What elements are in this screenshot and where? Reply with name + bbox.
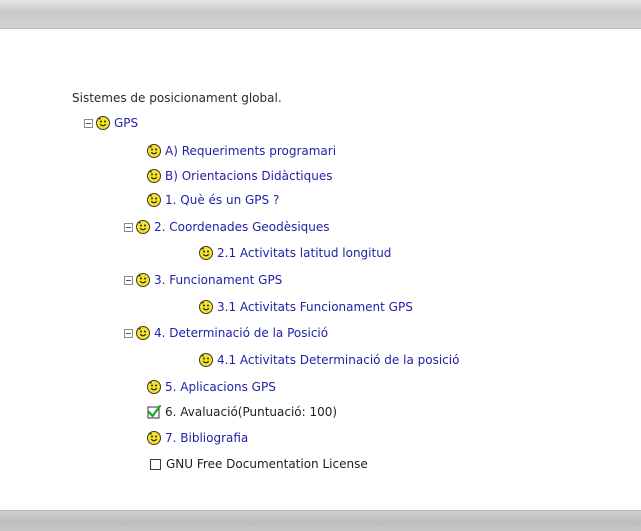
tree-item-label[interactable]: A) Requeriments programari <box>165 144 336 158</box>
tree-root-gps[interactable]: GPS <box>84 114 138 132</box>
smiley-icon <box>198 299 214 315</box>
app-window: Sistemes de posicionament global. GPS A)… <box>0 0 641 531</box>
smiley-icon <box>146 192 162 208</box>
checkmark-icon <box>146 404 162 420</box>
tree-item-b-orientacions[interactable]: B) Orientacions Didàctiques <box>146 167 332 185</box>
smiley-icon <box>135 219 151 235</box>
smiley-icon <box>95 115 111 131</box>
tree-item-label[interactable]: B) Orientacions Didàctiques <box>165 169 332 183</box>
smiley-icon <box>135 272 151 288</box>
tree-item-3-funcionament[interactable]: 3. Funcionament GPS <box>124 271 282 289</box>
tree-item-label[interactable]: 3.1 Activitats Funcionament GPS <box>217 300 413 314</box>
tree-item-1-que-es[interactable]: 1. Què és un GPS ? <box>146 191 279 209</box>
tree-item-label[interactable]: 4.1 Activitats Determinació de la posici… <box>217 353 459 367</box>
tree-item-label[interactable]: 5. Aplicacions GPS <box>165 380 276 394</box>
smiley-icon <box>135 325 151 341</box>
tree-item-a-requeriments[interactable]: A) Requeriments programari <box>146 142 336 160</box>
tree-item-2-1-activitats[interactable]: 2.1 Activitats latitud longitud <box>198 244 391 262</box>
tree-item-3-1-activitats[interactable]: 3.1 Activitats Funcionament GPS <box>198 298 413 316</box>
tree-item-7-bibliografia[interactable]: 7. Bibliografia <box>146 429 248 447</box>
tree-item-6-avaluacio[interactable]: 6. Avaluació(Puntuació: 100) <box>146 403 337 421</box>
collapse-minus-icon[interactable] <box>124 328 133 338</box>
tree-item-label[interactable]: 3. Funcionament GPS <box>154 273 282 287</box>
collapse-minus-icon[interactable] <box>84 118 93 128</box>
tree-item-2-coordenades[interactable]: 2. Coordenades Geodèsiques <box>124 218 330 236</box>
tree-item-label[interactable]: 7. Bibliografia <box>165 431 248 445</box>
tree-root-label[interactable]: GPS <box>114 116 138 130</box>
tree-item-gnu-license[interactable]: GNU Free Documentation License <box>150 455 368 473</box>
top-chrome-bar <box>0 0 641 29</box>
tree-item-label[interactable]: 1. Què és un GPS ? <box>165 193 279 207</box>
tree-item-label[interactable]: 6. Avaluació(Puntuació: 100) <box>165 405 337 419</box>
smiley-icon <box>146 143 162 159</box>
tree-item-label[interactable]: 2.1 Activitats latitud longitud <box>217 246 391 260</box>
tree-item-4-1-activitats[interactable]: 4.1 Activitats Determinació de la posici… <box>198 351 459 369</box>
intro-text: Sistemes de posicionament global. <box>72 91 282 105</box>
checkbox-icon <box>150 458 161 470</box>
smiley-icon <box>146 168 162 184</box>
smiley-icon <box>146 430 162 446</box>
smiley-icon <box>146 379 162 395</box>
bottom-chrome-bar <box>0 510 641 531</box>
tree-item-4-determinacio[interactable]: 4. Determinació de la Posició <box>124 324 328 342</box>
tree-item-label[interactable]: 4. Determinació de la Posició <box>154 326 328 340</box>
tree-item-label[interactable]: 2. Coordenades Geodèsiques <box>154 220 330 234</box>
smiley-icon <box>198 245 214 261</box>
course-outline: Sistemes de posicionament global. GPS A)… <box>0 28 641 510</box>
smiley-icon <box>198 352 214 368</box>
tree-item-label[interactable]: GNU Free Documentation License <box>166 457 368 471</box>
collapse-minus-icon[interactable] <box>124 275 133 285</box>
tree-item-5-aplicacions[interactable]: 5. Aplicacions GPS <box>146 378 276 396</box>
collapse-minus-icon[interactable] <box>124 222 133 232</box>
